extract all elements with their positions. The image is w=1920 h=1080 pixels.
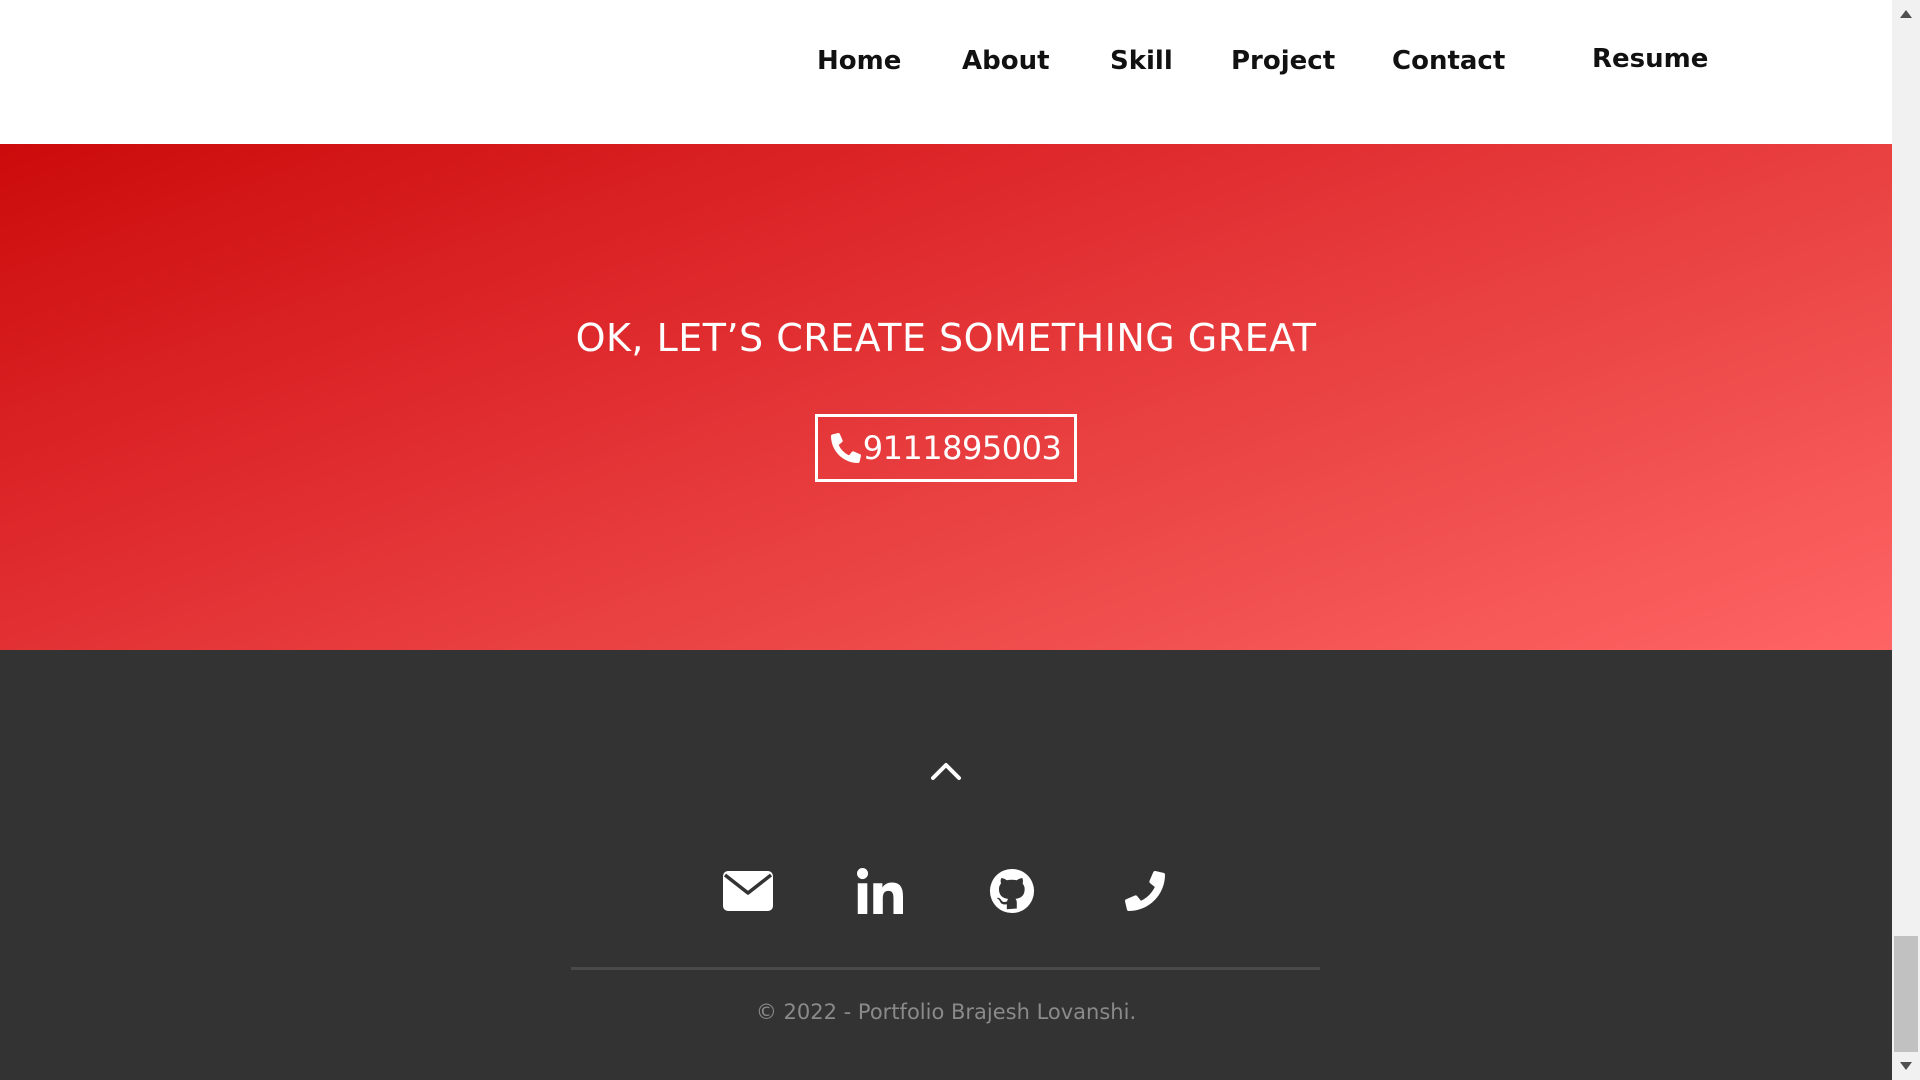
linkedin-icon[interactable] (852, 863, 908, 919)
scroll-down-arrow-icon[interactable] (1892, 1052, 1920, 1080)
resume-link[interactable]: Resume (1592, 44, 1708, 74)
phone-number: 9111895003 (862, 429, 1062, 467)
phone-icon (830, 432, 863, 464)
envelope-icon[interactable] (720, 863, 776, 919)
copyright-text: © 2022 - Portfolio Brajesh Lovanshi. (755, 1000, 1137, 1024)
nav-about[interactable]: About (962, 46, 1050, 76)
scroll-up-arrow-icon[interactable] (1892, 0, 1920, 28)
page: Home About Skill Project Contact Resume … (0, 0, 1920, 1080)
nav-home[interactable]: Home (817, 46, 901, 76)
navbar: Home About Skill Project Contact Resume (0, 0, 1892, 144)
nav-project[interactable]: Project (1231, 46, 1335, 76)
cta-heading: OK, LET’S CREATE SOMETHING GREAT (575, 316, 1317, 360)
phone-icon[interactable] (1117, 863, 1173, 919)
scrollbar-thumb[interactable] (1894, 936, 1918, 1052)
cta-section: OK, LET’S CREATE SOMETHING GREAT 9111895… (0, 144, 1892, 650)
footer: © 2022 - Portfolio Brajesh Lovanshi. (0, 650, 1892, 1080)
phone-button[interactable]: 9111895003 (815, 414, 1077, 482)
chevron-up-icon[interactable] (930, 755, 962, 787)
nav-contact[interactable]: Contact (1392, 46, 1505, 76)
viewport: Home About Skill Project Contact Resume … (0, 0, 1892, 1080)
nav-skill[interactable]: Skill (1110, 46, 1173, 76)
github-icon[interactable] (984, 863, 1040, 919)
vertical-scrollbar[interactable] (1892, 0, 1920, 1080)
footer-divider (571, 967, 1320, 970)
